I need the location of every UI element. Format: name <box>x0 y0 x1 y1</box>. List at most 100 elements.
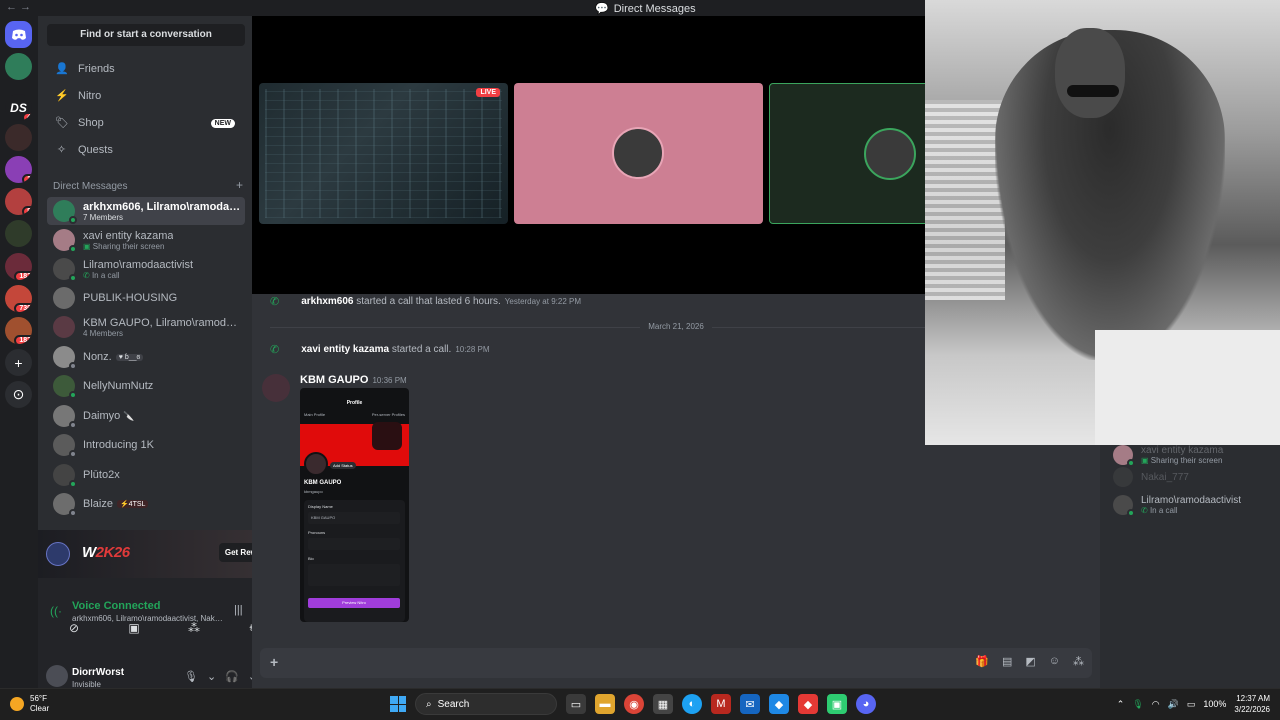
nitro-icon: ⚡ <box>55 89 69 102</box>
avatar <box>612 127 664 179</box>
message-author[interactable]: KBM GAUPO 10:36 PM <box>300 374 407 386</box>
activities-icon[interactable]: ⁂ <box>167 617 221 639</box>
server-icon[interactable] <box>5 53 32 80</box>
weather-widget[interactable]: 56°F Clear <box>10 694 49 714</box>
discord-home-icon[interactable] <box>5 21 32 48</box>
participant-tile[interactable] <box>769 83 929 224</box>
dm-item[interactable]: NellyNumNutz <box>47 372 245 400</box>
message-composer[interactable]: + 🎁 ▤ ◩ ☺ ⁂ <box>260 648 1092 678</box>
avatar <box>1113 445 1135 467</box>
store-icon[interactable]: ▦ <box>653 694 673 714</box>
nav-shop[interactable]: 🏷 Shop NEW <box>47 111 245 135</box>
quests-icon: ✧ <box>56 143 67 156</box>
image-attachment[interactable]: Profile Main Profile Per-server Profiles … <box>300 388 409 622</box>
chevron-down-icon[interactable]: ⌄ <box>207 670 216 683</box>
dm-item[interactable]: KBM GAUPO, Lilramo\ramodaac… 4 Members <box>47 313 245 341</box>
username[interactable]: DiorrWorst <box>72 667 124 678</box>
server-icon[interactable]: 183 <box>5 317 32 344</box>
member-item[interactable]: xavi entity kazama ▣ Sharing their screen <box>1113 445 1223 467</box>
server-icon[interactable] <box>5 220 32 247</box>
phone-icon: ✆ <box>270 344 280 356</box>
search-icon: ⌕ <box>426 698 432 710</box>
nav-quests[interactable]: ✧ Quests <box>47 138 245 162</box>
server-icon[interactable]: 8 <box>5 188 32 215</box>
edge-icon[interactable]: ◐ <box>682 694 702 714</box>
screen-share-icon[interactable]: ▣ <box>107 617 161 639</box>
server-ds-icon[interactable]: DS 4 <box>5 94 32 121</box>
live-badge: LIVE <box>476 88 500 97</box>
dm-item[interactable]: Daimyo 🔪 <box>47 402 245 430</box>
server-icon[interactable]: 1 <box>5 156 32 183</box>
dm-item[interactable]: xavi entity kazama ▣ Sharing their screen <box>47 226 245 254</box>
app-icon[interactable]: ▣ <box>827 694 847 714</box>
server-icon[interactable] <box>5 124 32 151</box>
mcafee-icon[interactable]: M <box>711 694 731 714</box>
avatar[interactable] <box>262 374 290 402</box>
avatar <box>53 375 77 399</box>
dm-sidebar: Find or start a conversation 👤 Friends ⚡ N… <box>38 16 290 704</box>
participant-tile[interactable] <box>514 83 763 224</box>
create-dm-icon[interactable]: + <box>236 179 243 192</box>
apps-icon[interactable]: ⁂ <box>1073 655 1084 668</box>
dm-item[interactable]: PUBLIK-HOUSING <box>47 284 245 312</box>
dm-item[interactable]: Blaize ⚡4TSL <box>47 490 245 518</box>
add-server-icon[interactable]: + <box>5 349 32 376</box>
headphones-icon[interactable]: 🎧 <box>225 670 239 683</box>
server-icon[interactable]: 730 <box>5 285 32 312</box>
shop-icon: 🏷 <box>55 116 69 129</box>
dm-item[interactable]: Lilramo\ramodaactivist ✆ In a call <box>47 255 245 283</box>
avatar <box>53 434 77 458</box>
member-item[interactable]: Nakai_777 <box>1113 467 1189 487</box>
sticker-icon[interactable]: ◩ <box>1025 655 1035 668</box>
avatar <box>53 200 77 224</box>
avatar <box>53 493 77 517</box>
microphone-icon[interactable]: 🎙 <box>1132 699 1143 710</box>
avatar <box>864 128 916 180</box>
chevron-up-icon[interactable]: ⌃ <box>1117 699 1125 710</box>
emoji-icon[interactable]: ☺ <box>1049 655 1060 668</box>
microphone-icon[interactable]: 🎙 <box>184 670 198 683</box>
taskbar-search[interactable]: ⌕ Search <box>415 693 557 715</box>
task-view-icon[interactable]: ▭ <box>566 694 586 714</box>
nav-nitro[interactable]: ⚡ Nitro <box>47 84 245 108</box>
find-conversation-button[interactable]: Find or start a conversation <box>47 24 245 46</box>
server-icon[interactable]: 182 <box>5 253 32 280</box>
battery-icon[interactable]: ▭ <box>1187 699 1196 710</box>
avatar <box>1113 467 1133 487</box>
clock[interactable]: 12:37 AM 3/22/2026 <box>1234 693 1270 715</box>
avatar <box>53 464 77 488</box>
gif-icon[interactable]: ▤ <box>1002 655 1012 668</box>
avatar[interactable] <box>46 665 68 687</box>
dm-icon: 💬 <box>595 3 609 15</box>
weather-icon <box>10 697 24 711</box>
avatar <box>53 287 75 309</box>
screen-share-icon: ▣ <box>83 241 91 251</box>
game-logo-icon <box>46 542 70 566</box>
app-icon[interactable]: ◆ <box>769 694 789 714</box>
start-button[interactable] <box>390 696 406 712</box>
dm-item[interactable]: Nonz. ♥ ɓ__ɞ <box>47 343 245 371</box>
outlook-icon[interactable]: ✉ <box>740 694 760 714</box>
add-attachment-icon[interactable]: + <box>270 654 278 670</box>
app-icon[interactable]: ◆ <box>798 694 818 714</box>
avatar <box>53 229 77 253</box>
new-badge: NEW <box>210 118 235 128</box>
dm-item[interactable]: Introducing 1K <box>47 431 245 459</box>
discover-icon[interactable]: ⊙ <box>5 381 32 408</box>
discord-icon[interactable]: ◕ <box>856 694 876 714</box>
file-explorer-icon[interactable]: ▬ <box>595 694 615 714</box>
chrome-icon[interactable]: ◉ <box>624 694 644 714</box>
stream-tile[interactable]: LIVE <box>259 83 508 224</box>
volume-icon[interactable]: 🔊 <box>1168 699 1179 710</box>
dm-item[interactable]: Plūto2x <box>47 461 245 489</box>
wifi-icon[interactable]: ◠ <box>1152 699 1160 710</box>
dm-header: Direct Messages + <box>53 178 243 192</box>
nav-arrows[interactable]: ← → <box>6 1 31 13</box>
dm-item[interactable]: arkhxm606, Lilramo\ramodaacti… 7 Members <box>47 197 245 225</box>
camera-off-icon[interactable]: ⊘ <box>47 617 101 639</box>
gift-icon[interactable]: 🎁 <box>975 655 989 668</box>
member-item[interactable]: Lilramo\ramodaactivist ✆ In a call <box>1113 495 1241 517</box>
nav-friends[interactable]: 👤 Friends <box>47 57 245 81</box>
voice-status[interactable]: Voice Connected <box>72 600 160 612</box>
taskbar: 56°F Clear ⌕ Search ▭ ▬ ◉ ▦ ◐ M ✉ ◆ ◆ ▣ ◕ … <box>0 688 1280 720</box>
